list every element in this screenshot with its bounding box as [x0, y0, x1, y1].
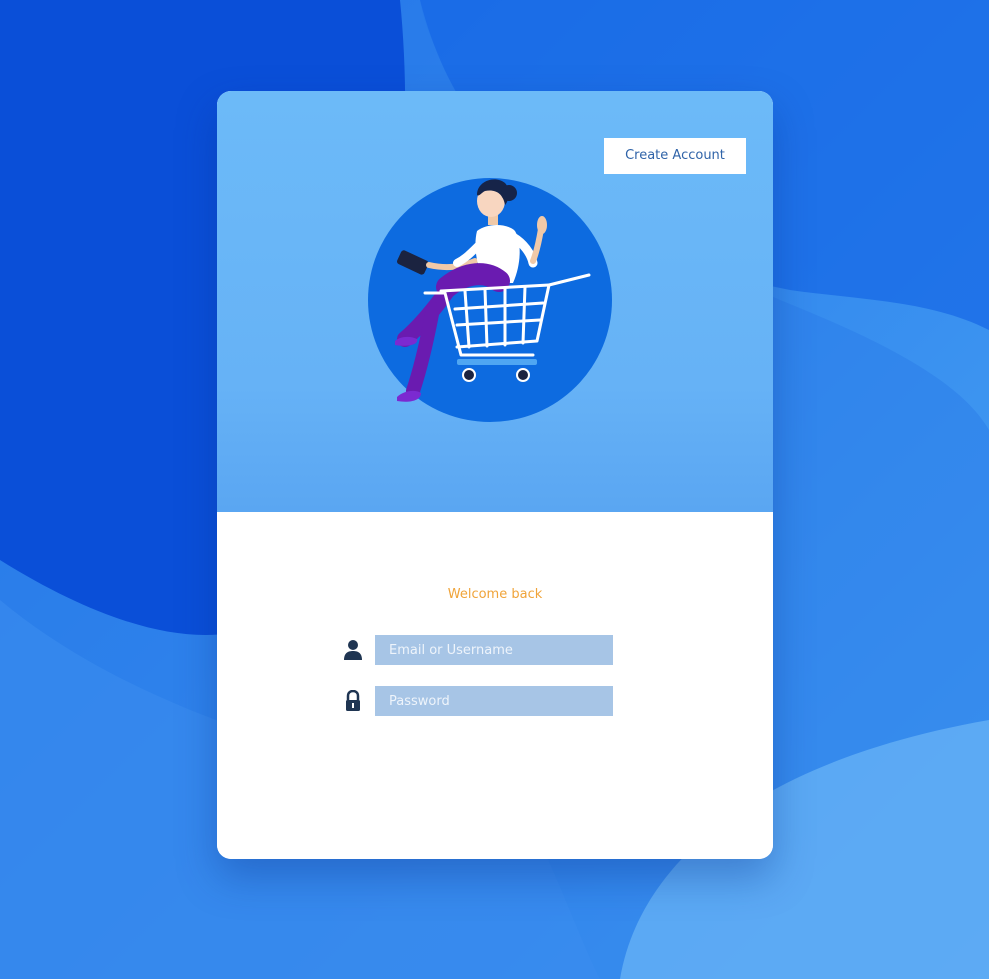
email-input[interactable] — [375, 635, 613, 665]
create-account-button[interactable]: Create Account — [604, 138, 746, 174]
lock-icon — [346, 690, 360, 711]
welcome-text: Welcome back — [447, 587, 543, 602]
login-form: Welcome back — [217, 512, 773, 859]
woman-in-shopping-cart-illustration — [368, 178, 612, 422]
email-field-row — [343, 635, 615, 667]
login-card: Create Account Welcome back Email or Use… — [217, 91, 773, 859]
password-input[interactable] — [375, 686, 613, 716]
password-field-row — [343, 686, 615, 718]
card-header: Create Account — [217, 91, 773, 512]
user-icon — [344, 640, 362, 660]
